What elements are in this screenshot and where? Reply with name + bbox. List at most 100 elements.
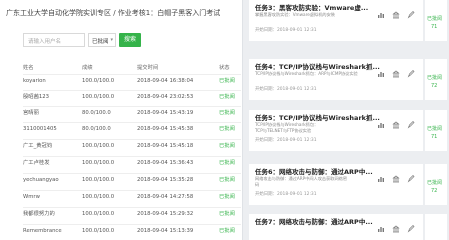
building-icon[interactable] xyxy=(392,218,400,233)
table-row[interactable]: Wmrw 100.0/100.0 2018-09-04 14:27:58 已批阅 xyxy=(23,190,241,204)
task-status[interactable]: 已批阅 xyxy=(427,15,442,22)
row-status-link[interactable]: 已批阅 xyxy=(219,140,242,153)
task-card[interactable]: 任务4：TCP/IP协议栈与Wireshark抓... TCP/IP协议栈与Wi… xyxy=(249,59,423,100)
table-row[interactable]: 殷昭茜123 100.0/100.0 2018-09-04 23:02:53 已… xyxy=(23,90,241,104)
table-row[interactable]: Remembrance 100.0/100.0 2018-09-04 15:13… xyxy=(23,224,241,238)
row-name: 广工_黄冠钧 xyxy=(23,143,53,149)
table-row[interactable]: 广工_黄冠钧 100.0/100.0 2018-09-04 15:45:18 已… xyxy=(23,139,241,153)
task-title[interactable]: 任务7：网络攻击与防御：通过ARP中... xyxy=(255,216,383,226)
row-name: Remembrance xyxy=(23,228,62,234)
row-name: 殷昭茜123 xyxy=(23,94,50,100)
task-title[interactable]: 任务6：网络攻击与防御：通过ARP中... xyxy=(255,166,383,176)
task-card[interactable]: 任务7：网络攻击与防御：通过ARP中... xyxy=(249,214,423,240)
task-title[interactable]: 任务3：黑客攻防实验：Vmware虚... xyxy=(255,2,383,12)
row-status-link[interactable]: 已批阅 xyxy=(219,123,242,136)
header-name: 姓名 xyxy=(23,65,34,71)
row-name: 我都很努力的 xyxy=(23,211,55,217)
task-start-date: 开始日期：2018-09-01 12:31 xyxy=(255,28,317,33)
row-score: 80.0/100.0 xyxy=(82,110,111,116)
table-row[interactable]: 广工卢桂发 100.0/100.0 2018-09-04 15:36:43 已批… xyxy=(23,156,241,170)
row-time: 2018-09-04 15:36:43 xyxy=(137,160,194,166)
table-row[interactable]: 我都很努力的 100.0/100.0 2018-09-04 15:29:32 已… xyxy=(23,207,241,221)
row-time: 2018-09-04 15:29:32 xyxy=(137,211,194,217)
table-row[interactable]: koyarion 100.0/100.0 2018-09-04 16:38:04… xyxy=(23,74,241,88)
task-actions xyxy=(377,4,421,19)
search-input[interactable]: 请输入用户名 xyxy=(23,33,85,47)
row-name: Wmrw xyxy=(23,194,40,200)
row-time: 2018-09-04 14:27:58 xyxy=(137,194,194,200)
task-status[interactable]: 已批阅 xyxy=(427,179,442,186)
row-name: koyarion xyxy=(23,78,46,84)
header-status: 状态 xyxy=(219,65,230,71)
row-name: 广工卢桂发 xyxy=(23,160,50,166)
task-card[interactable]: 任务6：网络攻击与防御：通过ARP中... 网络攻击与防御：通过ARP中间人攻击… xyxy=(249,164,423,205)
task-count: 72 xyxy=(431,188,438,194)
status-filter-value: 已批阅 xyxy=(92,39,109,45)
row-status-link[interactable]: 已批阅 xyxy=(219,157,242,170)
chevron-down-icon: ▾ xyxy=(110,37,113,43)
row-status-link[interactable]: 已批阅 xyxy=(219,75,242,88)
row-time: 2018-09-04 15:43:19 xyxy=(137,110,194,116)
building-icon[interactable] xyxy=(392,114,400,129)
edit-icon[interactable] xyxy=(407,168,415,183)
table-row[interactable]: 宫晴丽 80.0/100.0 2018-09-04 15:43:19 已批阅 xyxy=(23,106,241,120)
table-row[interactable]: 3110001405 80.0/100.0 2018-09-04 15:45:3… xyxy=(23,122,241,136)
header-score: 成绩 xyxy=(82,65,93,71)
stats-icon[interactable] xyxy=(377,168,385,182)
row-score: 100.0/100.0 xyxy=(82,228,115,234)
edit-icon[interactable] xyxy=(407,4,415,19)
task-actions xyxy=(377,114,421,129)
stats-icon[interactable] xyxy=(377,63,385,77)
status-filter-select[interactable]: 已批阅 ▾ xyxy=(88,33,116,47)
header-submit-time: 提交时间 xyxy=(137,65,159,71)
table-row[interactable]: yechuangyao 100.0/100.0 2018-09-04 15:35… xyxy=(23,173,241,187)
search-button[interactable]: 搜索 xyxy=(119,33,141,47)
task-status-box xyxy=(425,214,447,240)
row-score: 100.0/100.0 xyxy=(82,211,115,217)
task-description: 掌握黑客攻防实验：Vmware虚拟机的安装 xyxy=(255,12,335,17)
task-actions xyxy=(377,168,421,183)
stats-icon[interactable] xyxy=(377,114,385,128)
task-status-box: 已批阅 72 xyxy=(425,164,447,205)
building-icon[interactable] xyxy=(392,63,400,78)
task-actions xyxy=(377,218,421,233)
row-time: 2018-09-04 16:38:04 xyxy=(137,78,194,84)
row-score: 100.0/100.0 xyxy=(82,78,115,84)
row-status-link[interactable]: 已批阅 xyxy=(219,208,242,221)
row-status-link[interactable]: 已批阅 xyxy=(219,225,242,238)
row-score: 80.0/100.0 xyxy=(82,126,111,132)
row-time: 2018-09-04 15:13:39 xyxy=(137,228,194,234)
row-name: yechuangyao xyxy=(23,177,59,183)
row-status-link[interactable]: 已批阅 xyxy=(219,107,242,120)
building-icon[interactable] xyxy=(392,168,400,183)
task-status[interactable]: 已批阅 xyxy=(427,125,442,132)
row-time: 2018-09-04 15:45:38 xyxy=(137,126,194,132)
stats-icon[interactable] xyxy=(377,218,385,232)
task-count: 72 xyxy=(431,83,438,89)
row-status-link[interactable]: 已批阅 xyxy=(219,191,242,204)
task-description-cont: TCP与TELNET与FTP协议实验 xyxy=(255,127,312,133)
edit-icon[interactable] xyxy=(407,63,415,78)
task-card[interactable]: 任务3：黑客攻防实验：Vmware虚... 掌握黑客攻防实验：Vmware虚拟机… xyxy=(249,0,423,41)
edit-icon[interactable] xyxy=(407,114,415,129)
row-name: 宫晴丽 xyxy=(23,110,39,116)
row-score: 100.0/100.0 xyxy=(82,143,115,149)
breadcrumb: 广东工业大学自动化学院实训专区 / 作业考核1：白帽子黑客入门考试 xyxy=(6,9,221,17)
row-score: 100.0/100.0 xyxy=(82,94,115,100)
task-list-panel: 任务3：黑客攻防实验：Vmware虚... 掌握黑客攻防实验：Vmware虚拟机… xyxy=(243,0,449,240)
task-card[interactable]: 任务5：TCP/IP协议栈与Wireshark抓... TCP/IP协议栈与Wi… xyxy=(249,110,423,151)
submissions-panel: 广东工业大学自动化学院实训专区 / 作业考核1：白帽子黑客入门考试 请输入用户名… xyxy=(0,0,242,240)
task-title[interactable]: 任务5：TCP/IP协议栈与Wireshark抓... xyxy=(255,112,383,122)
row-status-link[interactable]: 已批阅 xyxy=(219,174,242,187)
task-status-box: 已批阅 71 xyxy=(425,0,447,41)
stats-icon[interactable] xyxy=(377,4,385,18)
task-title[interactable]: 任务4：TCP/IP协议栈与Wireshark抓... xyxy=(255,61,383,71)
edit-icon[interactable] xyxy=(407,218,415,233)
task-description: TCP/IP协议栈与Wireshark抓包：ARP与ICMP协议实验 xyxy=(255,71,358,76)
row-status-link[interactable]: 已批阅 xyxy=(219,91,242,104)
building-icon[interactable] xyxy=(392,4,400,19)
task-status[interactable]: 已批阅 xyxy=(427,74,442,81)
task-status-box: 已批阅 72 xyxy=(425,59,447,100)
row-score: 100.0/100.0 xyxy=(82,160,115,166)
task-start-date: 开始日期：2018-09-01 12:31 xyxy=(255,87,317,92)
